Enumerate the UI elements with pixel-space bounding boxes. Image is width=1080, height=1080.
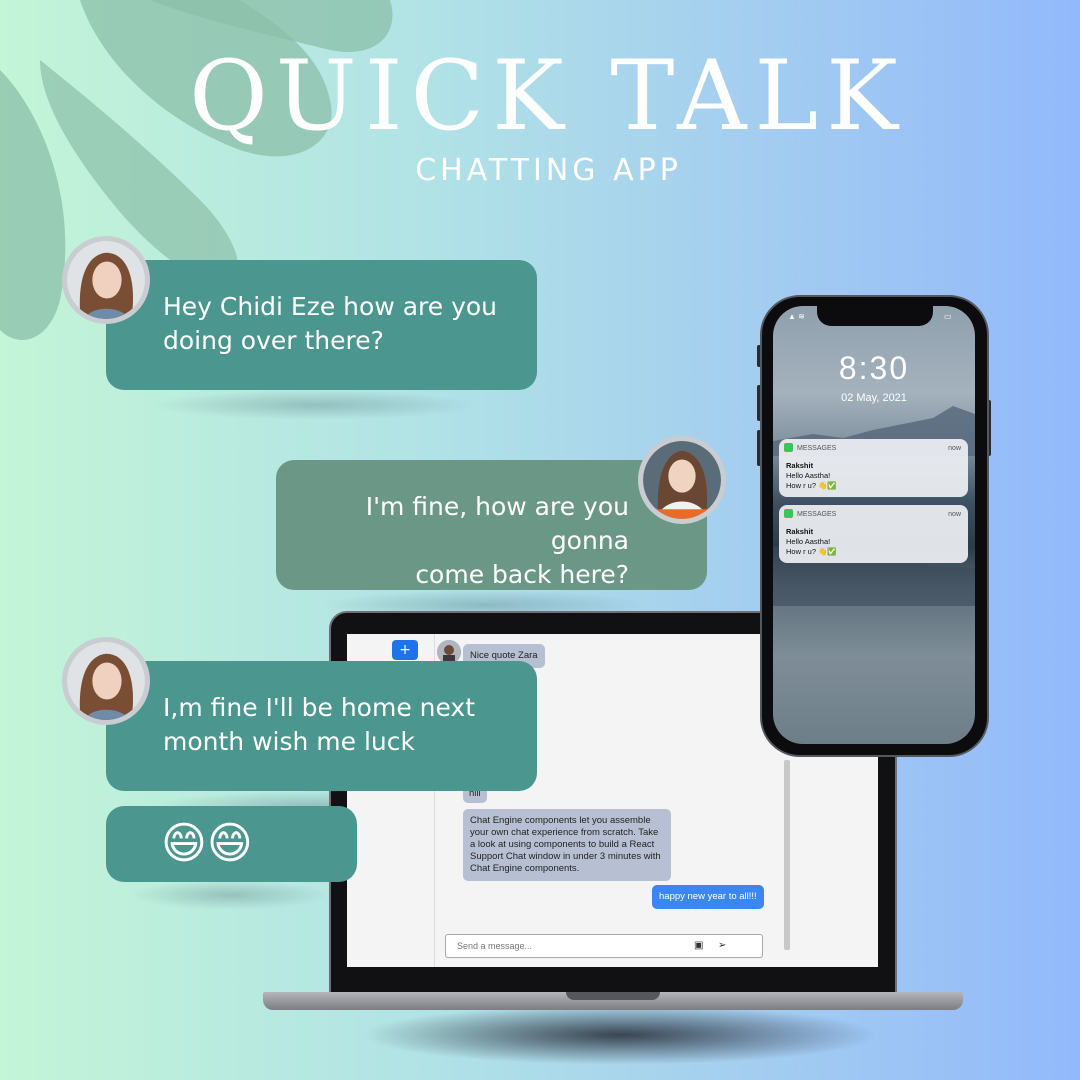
avatar [638, 436, 726, 524]
bubble-text: month wish me luck [163, 727, 415, 756]
notification-line: How r u? 👋✅ [786, 481, 837, 490]
app-subtitle: CHATTING APP [415, 153, 682, 188]
bubble-text: come back here? [415, 560, 629, 589]
battery-icon: ▭ [944, 312, 952, 321]
laptop-hinge [566, 992, 660, 1000]
notification-app-name: MESSAGES [797, 445, 837, 452]
notification-line: Hello Aastha! [786, 537, 831, 546]
bubble-text: Hey Chidi Eze how are you [163, 292, 498, 321]
send-icon[interactable]: ➢ [718, 935, 726, 957]
bubble-text: doing over there? [163, 326, 384, 355]
notification-line: How r u? 👋✅ [786, 547, 837, 556]
bubble-shadow [130, 880, 330, 910]
avatar [62, 236, 150, 324]
chat-bubble-emoji: 😄😄 [106, 806, 357, 882]
avatar [62, 637, 150, 725]
bubble-text: I'm fine, how are you gonna [365, 492, 629, 555]
message-out: happy new year to all!!! [652, 885, 764, 909]
notification-sender: Rakshit [786, 461, 814, 470]
message-in: Chat Engine components let you assemble … [463, 809, 671, 881]
laptop-shadow [360, 1005, 880, 1065]
signal-icon: ▲ ≋ [788, 312, 805, 321]
messages-app-icon [784, 508, 793, 518]
app-title: QUICK TALK [189, 40, 906, 152]
message-input-placeholder: Send a message... [457, 941, 533, 951]
lock-screen-time: 8:30 [838, 350, 910, 386]
lock-screen-date: 02 May, 2021 [841, 392, 907, 404]
chat-bubble-left: Hey Chidi Eze how are you doing over the… [106, 260, 537, 390]
chat-bubble-left: I,m fine I'll be home next month wish me… [106, 661, 537, 791]
notification-card[interactable]: MESSAGES now Rakshit Hello Aastha! How r … [779, 505, 968, 563]
bubble-shadow [150, 390, 480, 420]
messages-app-icon [784, 442, 793, 452]
add-chat-button[interactable]: + [392, 640, 418, 660]
notification-time: now [948, 445, 961, 452]
bubble-text: I,m fine I'll be home next [163, 693, 476, 722]
message-input[interactable]: Send a message... ▣ ➢ [445, 934, 763, 958]
scrollbar[interactable] [784, 760, 790, 950]
notification-time: now [948, 511, 961, 518]
notification-card[interactable]: MESSAGES now Rakshit Hello Aastha! How r … [779, 439, 968, 497]
notification-app-name: MESSAGES [797, 511, 837, 518]
emoji-text: 😄😄 [161, 818, 253, 869]
notification-line: Hello Aastha! [786, 471, 831, 480]
phone-notch [817, 306, 933, 326]
image-icon[interactable]: ▣ [694, 935, 703, 957]
notification-sender: Rakshit [786, 527, 814, 536]
